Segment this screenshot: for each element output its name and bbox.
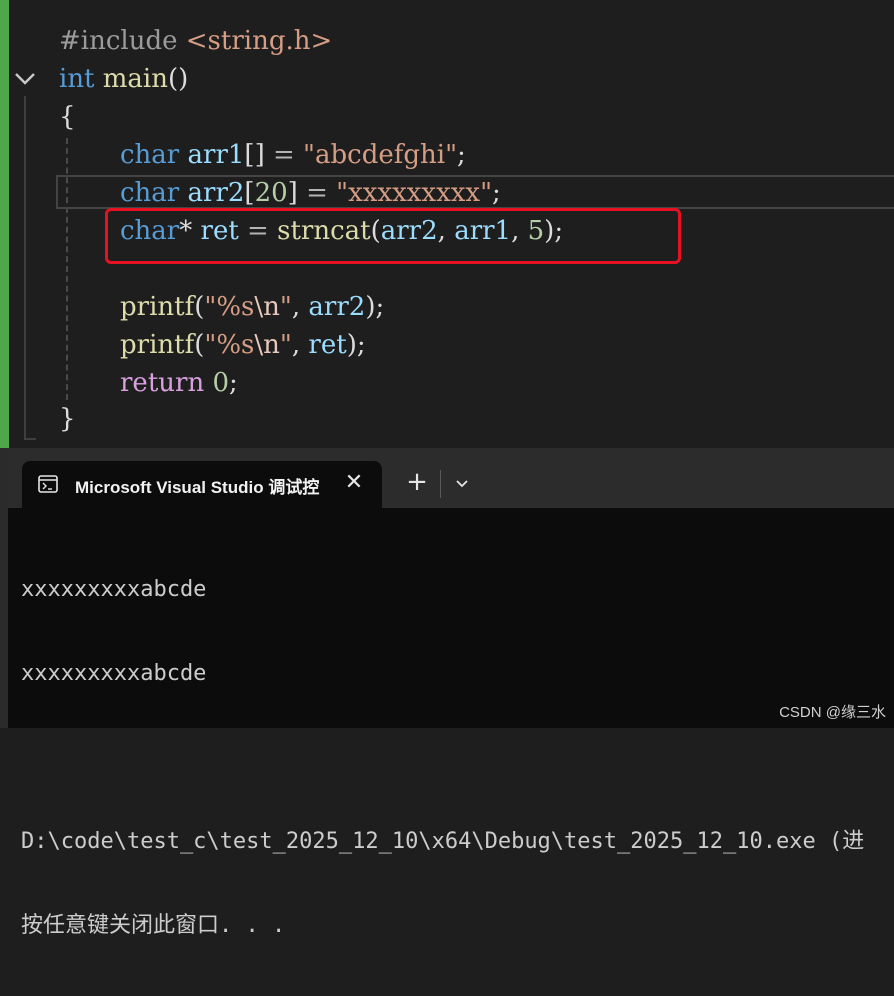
output-line: D:\code\test_c\test_2025_12_10\x64\Debug…	[21, 829, 865, 854]
semicolon: ;	[457, 140, 466, 170]
code-line-arr1[interactable]: char arr1[] = "abcdefghi";	[59, 136, 466, 174]
terminal-tab-bar: Microsoft Visual Studio 调试控 ✕ +	[8, 448, 894, 508]
close-tab-button[interactable]: ✕	[342, 471, 366, 495]
keyword-char: char	[120, 178, 180, 208]
chevron-down-icon[interactable]	[450, 474, 474, 494]
code-line-printf-arr2[interactable]: printf("%s\n", arr2);	[59, 288, 384, 326]
quote: "	[279, 292, 292, 322]
function-name-main: main	[102, 64, 168, 94]
code-editor[interactable]: #include <string.h> int main() { char ar…	[0, 0, 894, 448]
assign-operator: =	[297, 178, 337, 208]
tab-separator	[440, 470, 441, 498]
semicolon: ;	[229, 368, 238, 398]
quote: "	[204, 330, 217, 360]
keyword-char: char	[120, 140, 180, 170]
output-line: xxxxxxxxxabcde	[21, 661, 207, 686]
csdn-watermark: CSDN @缘三水	[779, 704, 886, 721]
function-printf: printf	[120, 330, 195, 360]
open-brace: {	[59, 102, 76, 132]
format-specifier: %s	[216, 292, 255, 322]
code-line-return[interactable]: return 0;	[59, 364, 238, 402]
preprocessor-directive: #include	[59, 26, 178, 56]
format-specifier: %s	[216, 330, 255, 360]
return-value: 0	[212, 368, 229, 398]
escape-sequence: \n	[254, 292, 280, 322]
outline-guide	[24, 96, 36, 440]
bracket-open: [	[244, 178, 255, 208]
quote: "	[204, 292, 217, 322]
function-printf: printf	[120, 292, 195, 322]
close-brace: }	[59, 404, 76, 434]
include-header: <string.h>	[185, 26, 333, 56]
paren-open: (	[194, 330, 205, 360]
paren-close: )	[365, 292, 376, 322]
main-parens: ()	[168, 64, 189, 94]
variable-arr1: arr1	[187, 140, 245, 170]
array-size: 20	[254, 178, 288, 208]
keyword-int: int	[59, 64, 95, 94]
semicolon: ;	[375, 292, 385, 322]
console-icon	[38, 475, 58, 493]
tab-title: Microsoft Visual Studio 调试控	[75, 478, 320, 497]
keyword-return: return	[120, 368, 205, 398]
code-line-main[interactable]: int main()	[59, 60, 188, 98]
new-tab-button[interactable]: +	[404, 469, 430, 496]
assign-operator: =	[264, 140, 304, 170]
code-line-open-brace[interactable]: {	[59, 98, 76, 136]
output-line: xxxxxxxxxabcde	[21, 577, 207, 602]
escape-sequence: \n	[254, 330, 280, 360]
string-literal-arr1: "abcdefghi"	[303, 140, 458, 170]
code-line-close-brace[interactable]: }	[59, 400, 76, 438]
change-indicator-bar	[0, 0, 9, 448]
fold-chevron-icon[interactable]	[12, 66, 38, 92]
argument-arr2: arr2	[308, 292, 366, 322]
comma: ,	[291, 330, 309, 360]
variable-arr2: arr2	[187, 178, 245, 208]
quote: "	[279, 330, 292, 360]
array-brackets: []	[244, 140, 265, 170]
terminal-window[interactable]: Microsoft Visual Studio 调试控 ✕ + xxxxxxxx…	[0, 448, 894, 938]
paren-close: )	[346, 330, 357, 360]
output-line: 按任意键关闭此窗口. . .	[21, 913, 286, 938]
terminal-frame-edge	[0, 448, 8, 728]
code-line-arr2[interactable]: char arr2[20] = "xxxxxxxxx";	[59, 174, 501, 212]
string-literal-arr2: "xxxxxxxxx"	[336, 178, 493, 208]
highlight-annotation-box	[105, 208, 681, 264]
argument-ret: ret	[308, 330, 347, 360]
semicolon: ;	[492, 178, 501, 208]
terminal-tab[interactable]: Microsoft Visual Studio 调试控 ✕	[22, 461, 382, 508]
code-line-include[interactable]: #include <string.h>	[59, 22, 332, 60]
code-line-printf-ret[interactable]: printf("%s\n", ret);	[59, 326, 366, 364]
semicolon: ;	[356, 330, 366, 360]
paren-open: (	[194, 292, 205, 322]
terminal-output: xxxxxxxxxabcde xxxxxxxxxabcde D:\code\te…	[21, 520, 894, 996]
comma: ,	[291, 292, 309, 322]
bracket-close: ]	[287, 178, 298, 208]
